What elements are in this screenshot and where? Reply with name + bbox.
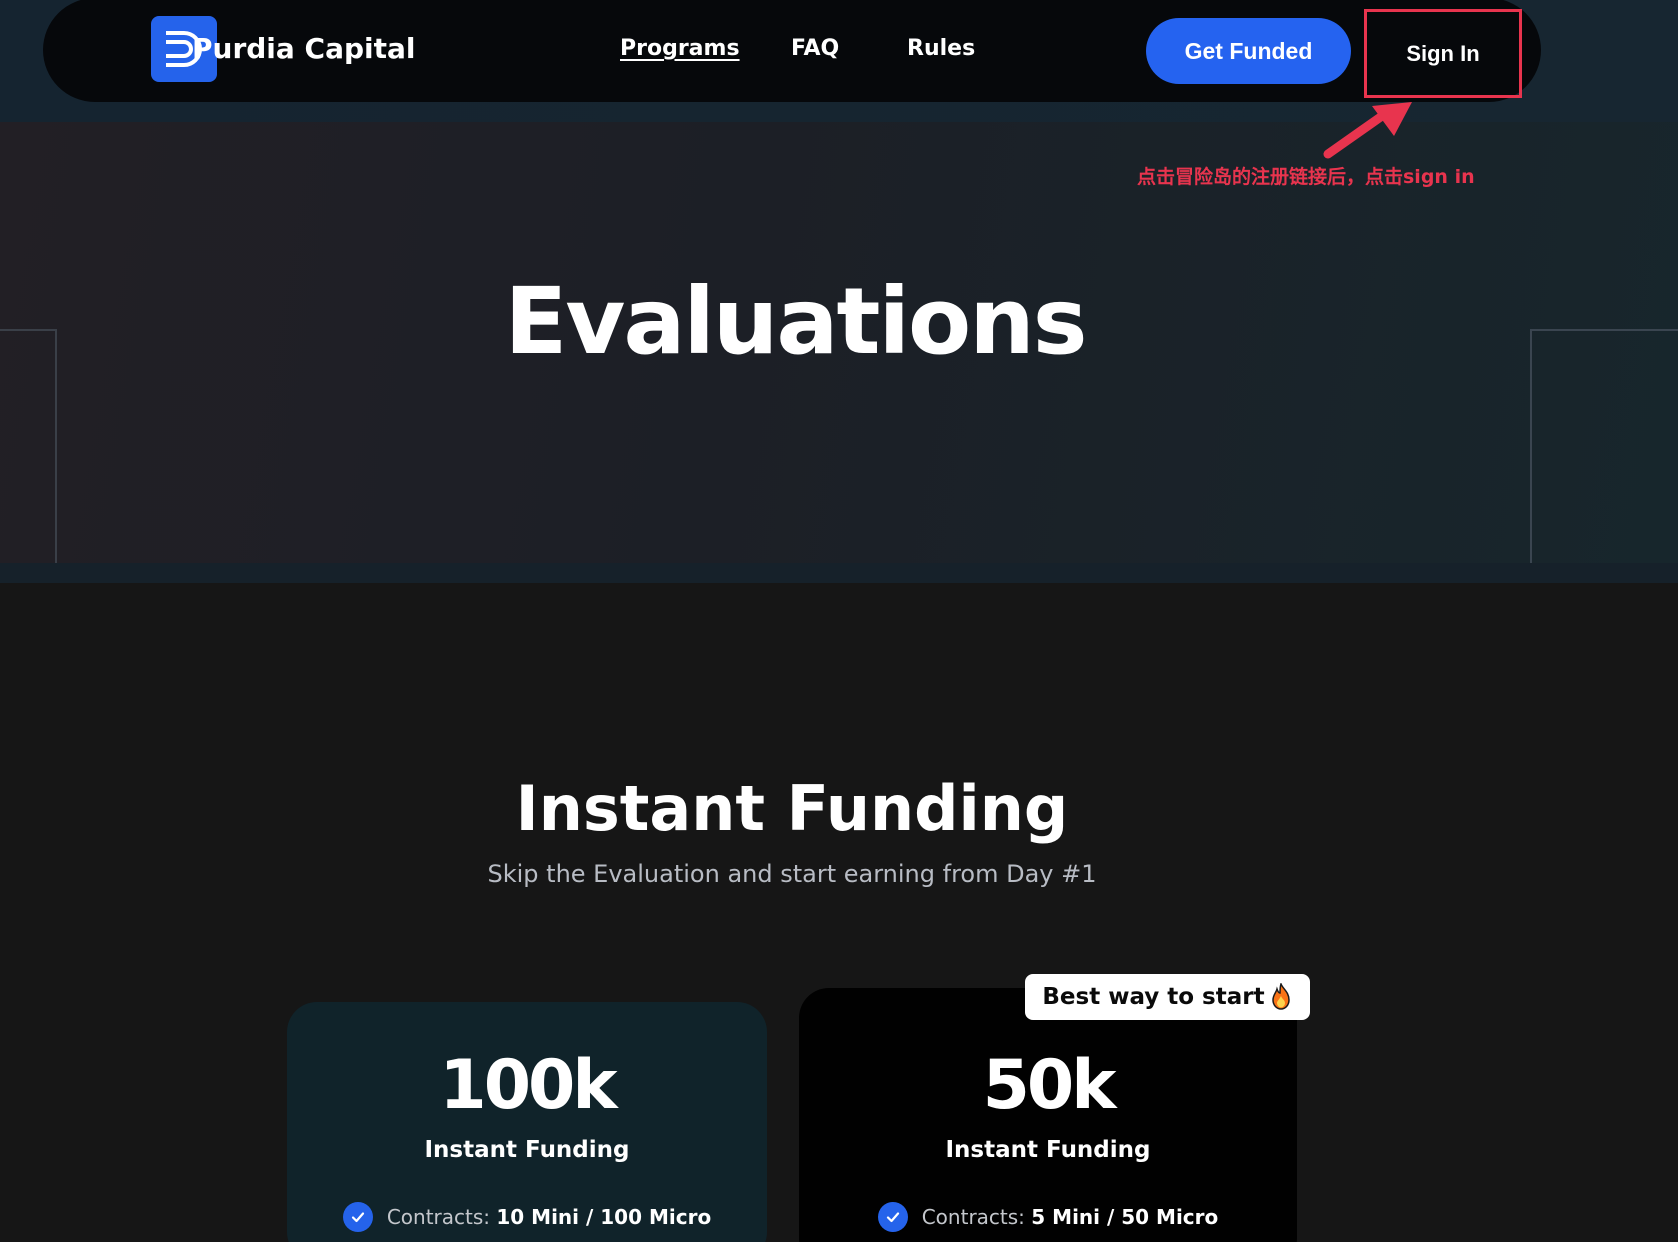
check-icon [342,1202,373,1232]
nav-link-rules[interactable]: Rules [907,36,975,61]
page-title: Evaluations [504,268,1088,375]
section-subtitle: Skip the Evaluation and start earning fr… [487,860,1097,888]
feature-label: Contracts: [386,1205,491,1229]
best-way-badge: Best way to start [1025,974,1310,1020]
plan-feature: Contracts: 10 Mini / 100 Micro [287,1202,767,1232]
get-funded-button[interactable]: Get Funded [1146,18,1351,84]
check-icon [877,1202,908,1232]
section-title: Instant Funding [515,772,1069,845]
sign-in-button[interactable]: Sign In [1364,9,1522,98]
plan-feature: Contracts: 5 Mini / 50 Micro [799,1202,1297,1232]
plan-label: Instant Funding [424,1137,630,1163]
feature-label: Contracts: [921,1205,1025,1229]
badge-text: Best way to start [1042,984,1265,1010]
plan-card-100k[interactable]: 100k Instant Funding Contracts: 10 Mini … [287,1002,767,1242]
nav-link-programs[interactable]: Programs [620,36,740,61]
plan-card-50k[interactable]: 50k Instant Funding Contracts: 5 Mini / … [799,988,1297,1242]
plan-amount: 50k [982,1046,1117,1125]
plan-label: Instant Funding [945,1137,1151,1163]
plan-amount: 100k [439,1046,617,1125]
fire-icon [1271,983,1290,1010]
annotation-text: 点击冒险岛的注册链接后，点击sign in [1137,166,1475,188]
feature-value: 5 Mini / 50 Micro [1031,1205,1219,1229]
brand-name[interactable]: Purdia Capital [192,32,416,65]
annotation-arrow-icon [1323,102,1412,159]
nav-link-faq[interactable]: FAQ [791,36,839,61]
feature-value: 10 Mini / 100 Micro [496,1205,712,1229]
page: Purdia Capital Programs FAQ Rules Get Fu… [0,0,1678,1242]
